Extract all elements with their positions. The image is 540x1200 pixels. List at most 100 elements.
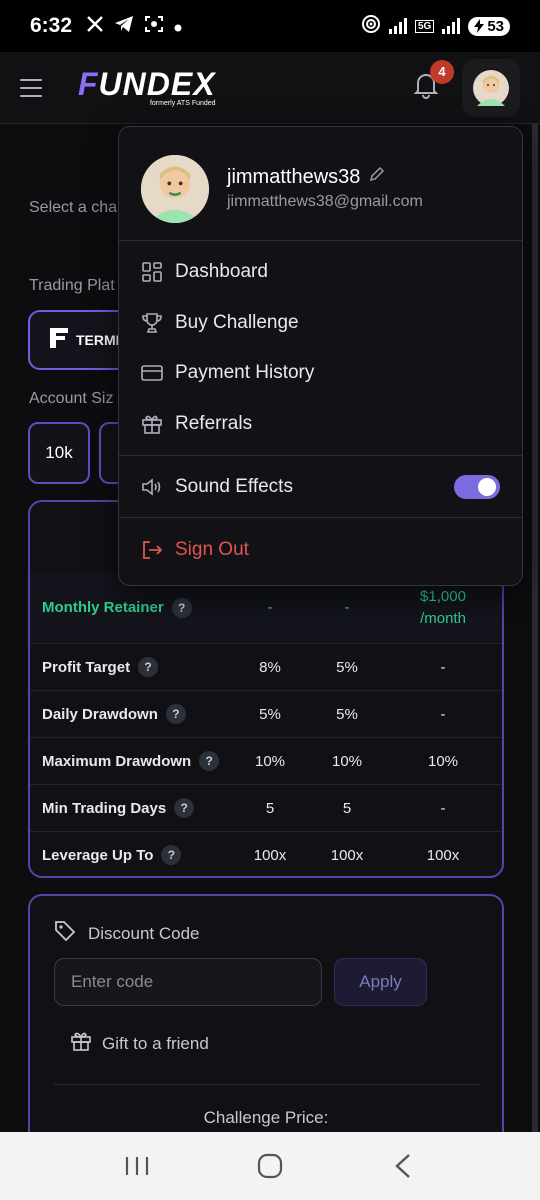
help-icon[interactable]: ?: [171, 597, 192, 618]
help-icon[interactable]: ?: [199, 751, 220, 771]
help-icon[interactable]: ?: [161, 845, 182, 865]
table-row: Daily Drawdown? 5% 5% -: [30, 690, 502, 737]
divider: [54, 1084, 480, 1085]
recents-button[interactable]: [117, 1146, 157, 1186]
row-label: Monthly Retainer?: [42, 597, 192, 618]
gift-icon: [70, 1030, 92, 1057]
table-cell: 5%: [336, 705, 358, 723]
system-nav-bar: [0, 1132, 540, 1200]
table-cell: 5: [265, 799, 275, 817]
table-cell: $1,000/month: [420, 587, 466, 627]
platform-label: TERMI: [76, 332, 120, 348]
gift-icon: [141, 413, 163, 435]
logo-tagline: formerly ATS Funded: [149, 99, 216, 107]
select-challenge-label: Select a cha: [29, 199, 118, 216]
network-type: 5G: [414, 19, 435, 33]
back-button[interactable]: [383, 1146, 423, 1186]
table-cell: 100x: [330, 846, 364, 864]
table-cell: 10%: [427, 752, 459, 770]
table-cell: 5%: [336, 658, 358, 676]
notifications-button[interactable]: 4: [406, 59, 454, 108]
hotspot-icon: [361, 14, 381, 39]
menu-item-sound-effects: Sound Effects: [141, 470, 501, 504]
table-row: Min Trading Days? 5 5 -: [30, 784, 502, 831]
speaker-icon: [141, 476, 163, 498]
trophy-icon: [141, 312, 163, 334]
table-cell: -: [267, 598, 273, 616]
avatar: [141, 155, 209, 223]
menu-item-referrals[interactable]: Referrals: [141, 407, 501, 441]
scrollbar[interactable]: [532, 124, 538, 1134]
table-cell: 10%: [254, 752, 286, 770]
discount-code-input[interactable]: [54, 958, 322, 1006]
status-bar: 6:32 5G 53: [0, 0, 540, 52]
sign-out-button[interactable]: Sign Out: [141, 533, 501, 567]
table-cell: -: [344, 598, 350, 616]
table-cell: 10%: [331, 752, 363, 770]
table-cell: 8%: [259, 658, 281, 676]
notification-badge: 4: [430, 59, 454, 84]
table-cell: 100x: [426, 846, 460, 864]
help-icon[interactable]: ?: [174, 798, 195, 818]
battery-level: 53: [487, 17, 504, 35]
table-cell: 5%: [259, 705, 281, 723]
logo-text: FUNDEX: [78, 65, 216, 102]
sound-effects-toggle[interactable]: [454, 475, 500, 499]
app-header: FUNDEX formerly ATS Funded 4: [0, 52, 540, 124]
row-label: Min Trading Days?: [42, 798, 195, 818]
menu-item-payment-history[interactable]: Payment History: [141, 356, 501, 390]
help-icon[interactable]: ?: [165, 704, 186, 724]
fundex-logo[interactable]: FUNDEX formerly ATS Funded: [78, 65, 216, 107]
telegram-icon: [114, 15, 134, 38]
username: jimmatthews38: [227, 165, 386, 189]
user-avatar-button[interactable]: [462, 58, 520, 117]
account-size-10k[interactable]: 10k: [28, 422, 90, 484]
row-label: Leverage Up To?: [42, 845, 182, 865]
row-label: Profit Target?: [42, 657, 159, 677]
discount-card: Discount Code Apply Gift to a friend Cha…: [28, 894, 504, 1154]
signal-icon: [388, 18, 407, 34]
apply-button[interactable]: Apply: [334, 958, 427, 1006]
sign-out-icon: [141, 539, 163, 561]
table-cell: 100x: [253, 846, 287, 864]
table-row: Profit Target? 8% 5% -: [30, 643, 502, 690]
user-menu-dropdown: jimmatthews38 jimmatthews38@gmail.com Da…: [118, 126, 523, 586]
table-row: Maximum Drawdown? 10% 10% 10%: [30, 737, 502, 784]
home-button[interactable]: [250, 1146, 290, 1186]
row-label: Daily Drawdown?: [42, 704, 186, 724]
gift-to-friend-button[interactable]: Gift to a friend: [70, 1030, 209, 1057]
edit-pencil-icon[interactable]: [368, 165, 386, 189]
row-label: Maximum Drawdown?: [42, 751, 220, 771]
toggle-knob: [478, 478, 496, 496]
user-email: jimmatthews38@gmail.com: [227, 193, 423, 210]
account-size-label: Account Siz: [29, 390, 114, 407]
menu-divider: [119, 517, 522, 518]
notification-icons: [86, 15, 182, 38]
table-cell: -: [440, 799, 446, 817]
status-right: 5G 53: [361, 14, 510, 39]
table-row: Leverage Up To? 100x 100x 100x: [30, 831, 502, 876]
user-info: jimmatthews38 jimmatthews38@gmail.com: [119, 127, 522, 241]
tag-icon: [54, 920, 76, 947]
status-time: 6:32: [30, 14, 73, 37]
screenshot-icon: [144, 15, 164, 38]
battery-icon: 53: [468, 16, 510, 36]
signal-icon-2: [442, 18, 461, 34]
dot-icon: [174, 16, 182, 37]
table-cell: 5: [342, 799, 352, 817]
table-cell: -: [440, 658, 446, 676]
menu-item-buy-challenge[interactable]: Buy Challenge: [141, 306, 501, 340]
help-icon[interactable]: ?: [138, 657, 159, 677]
discount-title: Discount Code: [54, 920, 200, 947]
menu-icon[interactable]: [20, 78, 42, 97]
x-icon: [86, 15, 104, 38]
challenge-price-label: Challenge Price:: [203, 1108, 329, 1127]
menu-divider: [119, 455, 522, 456]
terminal-logo-icon: [50, 327, 68, 353]
avatar: [473, 69, 509, 106]
menu-item-dashboard[interactable]: Dashboard: [141, 255, 501, 289]
credit-card-icon: [141, 362, 163, 384]
dashboard-icon: [141, 261, 163, 283]
table-cell: -: [440, 705, 446, 723]
trading-platform-label: Trading Plat: [29, 277, 115, 294]
